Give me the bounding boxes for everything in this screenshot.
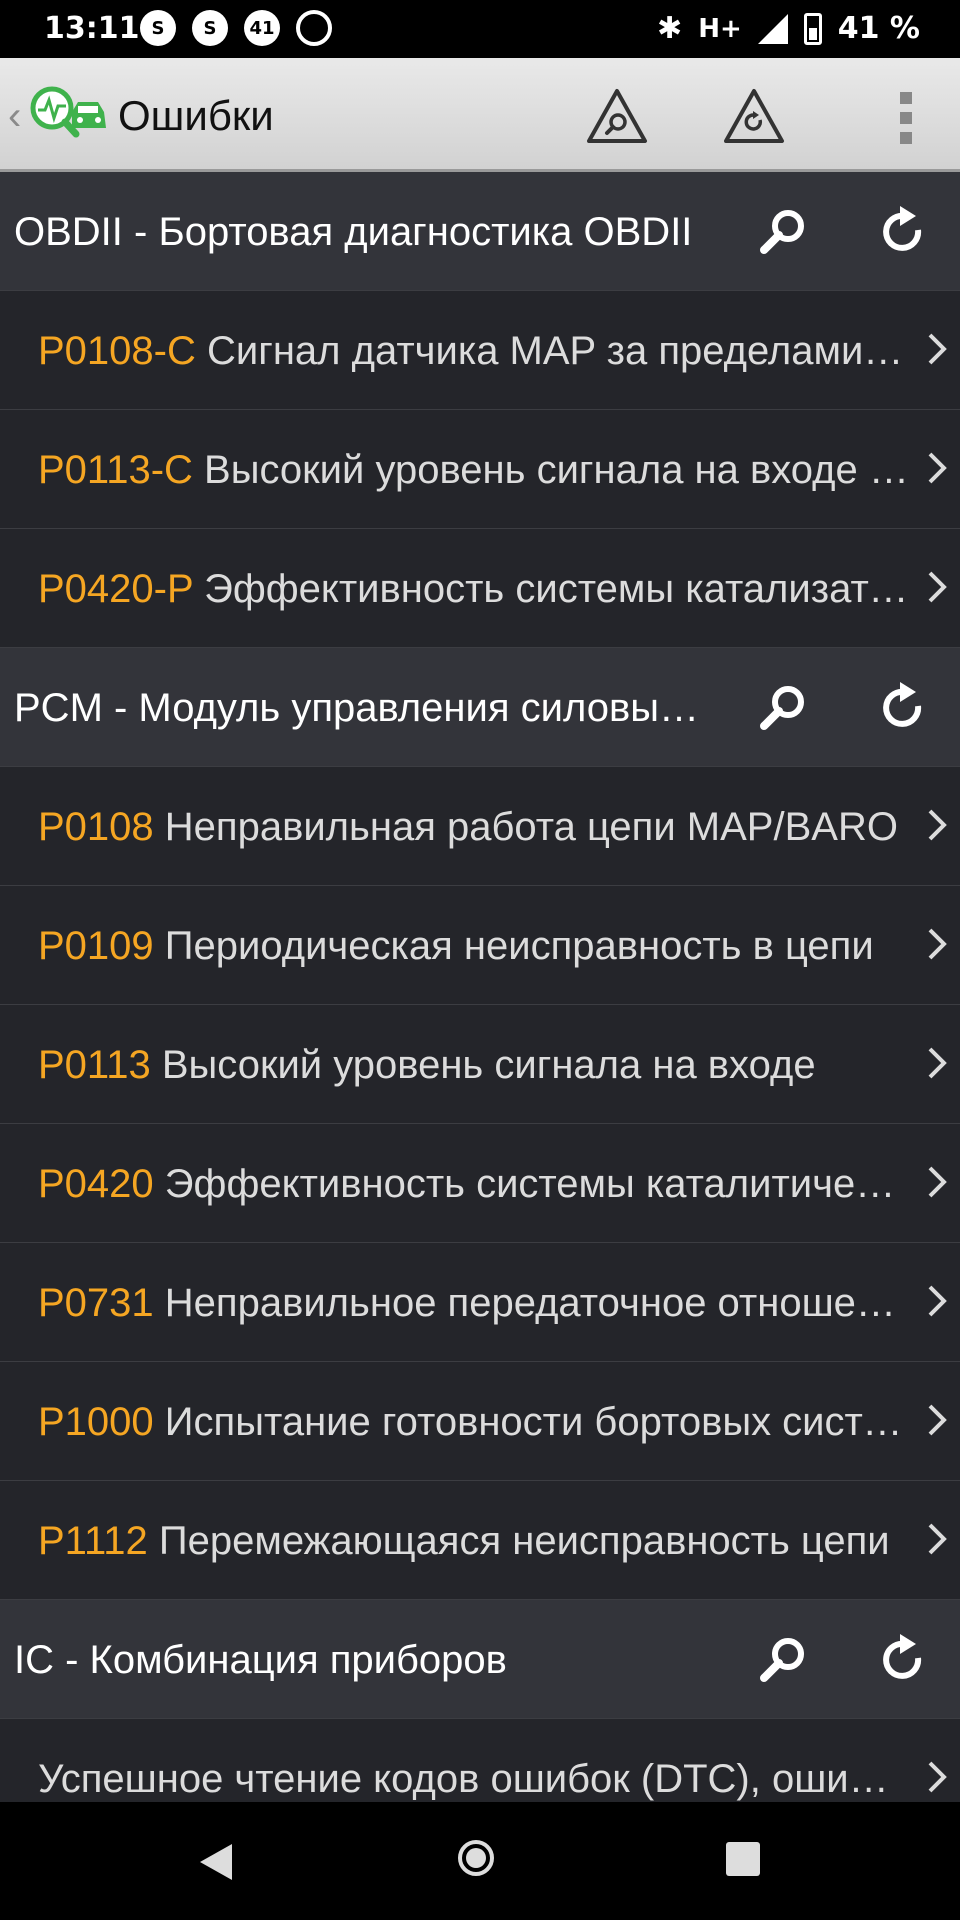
dtc-description: Высокий уровень сигнала на входе датчика — [204, 448, 910, 492]
chevron-right-icon — [928, 1047, 947, 1079]
dtc-description: Испытание готовности бортовых систем — [164, 1400, 910, 1444]
ecu-group-title: OBDII - Бортовая диагностика OBDII — [14, 210, 693, 254]
shazam-icon: S — [140, 10, 176, 46]
navigation-bar — [0, 1802, 960, 1920]
chevron-right-icon — [928, 1166, 947, 1198]
diagnose-refresh-icon[interactable] — [722, 86, 786, 146]
network-type: H+ — [698, 13, 742, 44]
chevron-right-icon — [928, 809, 947, 841]
dtc-code: P0731 — [38, 1281, 154, 1325]
dtc-description: Неправильная работа цепи MAP/BARO — [164, 805, 898, 849]
chevron-right-icon — [928, 571, 947, 603]
chevron-right-icon — [928, 1761, 947, 1793]
diagnose-search-icon[interactable] — [585, 86, 649, 146]
dtc-list-item[interactable]: P0420 Эффективность системы каталитическ… — [0, 1124, 960, 1243]
signal-icon — [757, 13, 788, 44]
chevron-right-icon — [928, 1404, 947, 1436]
dtc-list-item[interactable]: P1000 Испытание готовности бортовых сист… — [0, 1362, 960, 1481]
nav-recents-icon[interactable] — [726, 1842, 760, 1876]
error-list: OBDII - Бортовая диагностика OBDII P0108… — [0, 172, 960, 1802]
page-title: Ошибки — [118, 92, 274, 139]
ring-icon — [296, 10, 332, 46]
ecu-group-header: PCM - Модуль управления силовым агрегато… — [0, 648, 960, 767]
bluetooth-icon: ✱ — [657, 11, 683, 46]
ecu-group-title: PCM - Модуль управления силовым агрегато… — [14, 686, 704, 730]
notification-icons: S S 41 — [140, 10, 332, 46]
dtc-description: Перемежающаяся неисправность цепи — [158, 1519, 890, 1563]
battery-level: 41 % — [837, 11, 920, 46]
refresh-icon[interactable] — [870, 1628, 934, 1692]
chevron-right-icon — [928, 1523, 947, 1555]
dtc-description: Высокий уровень сигнала на входе — [161, 1043, 816, 1087]
dtc-description: Сигнал датчика MAP за пределами диапазон… — [207, 329, 910, 373]
dtc-description: Неправильное передаточное отношение — [164, 1281, 910, 1325]
dtc-code: P0108 — [38, 805, 154, 849]
dtc-description: Успешное чтение кодов ошибок (DTC), ошиб… — [38, 1757, 910, 1801]
chevron-right-icon — [928, 452, 947, 484]
dtc-list-item[interactable]: P0109 Периодическая неисправность в цепи — [0, 886, 960, 1005]
dtc-list-item[interactable]: Успешное чтение кодов ошибок (DTC), ошиб… — [0, 1719, 960, 1802]
nav-back-icon[interactable] — [198, 1842, 234, 1882]
dtc-code: P0420-P — [38, 567, 193, 611]
search-icon[interactable] — [752, 1628, 816, 1692]
notification-count-badge: 41 — [244, 10, 280, 46]
dtc-code: P0108-C — [38, 329, 196, 373]
dtc-code: P1000 — [38, 1400, 154, 1444]
dtc-list-item[interactable]: P0420-P Эффективность системы катализато… — [0, 529, 960, 648]
refresh-icon[interactable] — [870, 676, 934, 740]
dtc-description: Эффективность системы каталитического — [164, 1162, 910, 1206]
dtc-list-item[interactable]: P0108-C Сигнал датчика MAP за пределами … — [0, 291, 960, 410]
dtc-code: P1112 — [38, 1519, 148, 1563]
dtc-list-item[interactable]: P0731 Неправильное передаточное отношени… — [0, 1243, 960, 1362]
app-bar: ‹ Ошибки — [0, 58, 960, 172]
dtc-code: P0113-C — [38, 448, 193, 492]
overflow-menu-icon[interactable] — [900, 92, 914, 144]
chevron-right-icon — [928, 928, 947, 960]
shazam-icon: S — [192, 10, 228, 46]
ecu-group-title: IC - Комбинация приборов — [14, 1638, 507, 1682]
dtc-list-item[interactable]: P0113-C Высокий уровень сигнала на входе… — [0, 410, 960, 529]
dtc-list-item[interactable]: P0113 Высокий уровень сигнала на входе — [0, 1005, 960, 1124]
dtc-code: P0420 — [38, 1162, 154, 1206]
search-icon[interactable] — [752, 200, 816, 264]
search-icon[interactable] — [752, 676, 816, 740]
ecu-group-header: OBDII - Бортовая диагностика OBDII — [0, 172, 960, 291]
battery-icon — [803, 12, 822, 45]
dtc-list-item[interactable]: P0108 Неправильная работа цепи MAP/BARO — [0, 767, 960, 886]
back-chevron-icon[interactable]: ‹ — [8, 94, 21, 139]
chevron-right-icon — [928, 1285, 947, 1317]
dtc-description: Эффективность системы катализатора — [204, 567, 910, 611]
nav-home-icon[interactable] — [458, 1840, 494, 1876]
status-time: 13:11 — [44, 11, 140, 46]
app-logo-icon[interactable] — [26, 82, 108, 146]
dtc-description: Периодическая неисправность в цепи — [164, 924, 874, 968]
status-bar: 13:11 S S 41 ✱ H+ 41 % — [0, 0, 960, 58]
dtc-code: P0109 — [38, 924, 154, 968]
ecu-group-header: IC - Комбинация приборов — [0, 1600, 960, 1719]
dtc-list-item[interactable]: P1112 Перемежающаяся неисправность цепи — [0, 1481, 960, 1600]
dtc-code: P0113 — [38, 1043, 151, 1087]
refresh-icon[interactable] — [870, 200, 934, 264]
chevron-right-icon — [928, 333, 947, 365]
